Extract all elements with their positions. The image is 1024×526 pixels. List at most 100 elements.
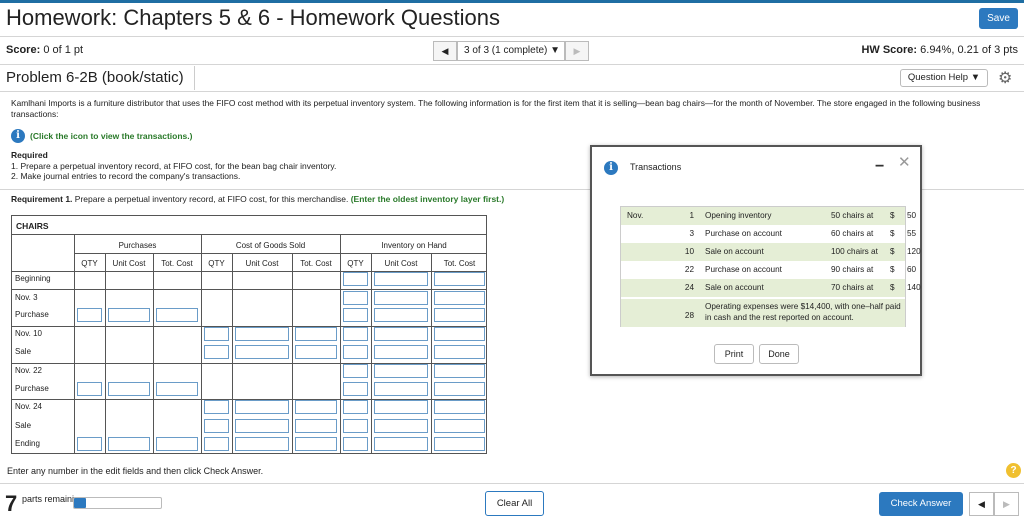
- requirement-1: Requirement 1. Prepare a perpetual inven…: [11, 194, 504, 204]
- input-cell[interactable]: [295, 327, 337, 341]
- clear-all-button[interactable]: Clear All: [485, 491, 544, 516]
- requirement-1-label: Requirement 1.: [11, 194, 73, 204]
- input-cell[interactable]: [235, 327, 289, 341]
- input-cell[interactable]: [108, 308, 150, 322]
- input-cell[interactable]: [374, 419, 428, 433]
- input-cell[interactable]: [434, 364, 485, 378]
- column-header: Unit Cost: [384, 259, 418, 268]
- question-selector[interactable]: 3 of 3 (1 complete) ▼: [457, 41, 565, 61]
- done-button[interactable]: Done: [759, 344, 799, 364]
- input-cell[interactable]: [204, 345, 229, 359]
- column-group-header: Purchases: [118, 241, 157, 250]
- transaction-currency: $: [890, 229, 895, 238]
- input-cell[interactable]: [204, 437, 229, 451]
- input-cell[interactable]: [235, 345, 289, 359]
- input-cell[interactable]: [374, 345, 428, 359]
- input-cell[interactable]: [434, 272, 485, 286]
- input-cell[interactable]: [235, 437, 289, 451]
- input-cell[interactable]: [374, 400, 428, 414]
- input-cell[interactable]: [156, 308, 198, 322]
- input-cell[interactable]: [108, 382, 150, 396]
- input-cell[interactable]: [295, 419, 337, 433]
- input-cell[interactable]: [434, 291, 485, 305]
- input-cell[interactable]: [156, 437, 198, 451]
- check-answer-button[interactable]: Check Answer: [879, 492, 963, 516]
- click-icon-hint: (Click the icon to view the transactions…: [30, 131, 193, 141]
- input-cell[interactable]: [343, 400, 368, 414]
- input-cell[interactable]: [235, 419, 289, 433]
- score-display: Score: 0 of 1 pt: [6, 44, 83, 56]
- inventory-record-table: CHAIRS Purchases Cost of Goods Sold Invent…: [11, 215, 487, 454]
- input-cell[interactable]: [434, 400, 485, 414]
- problem-title: Problem 6-2B (book/static): [6, 69, 184, 86]
- question-help-button[interactable]: Question Help ▼: [900, 69, 988, 87]
- input-cell[interactable]: [374, 382, 428, 396]
- column-header: Tot. Cost: [443, 259, 476, 268]
- transaction-currency: $: [890, 211, 895, 220]
- divider: [0, 36, 1024, 37]
- input-cell[interactable]: [434, 419, 485, 433]
- input-cell[interactable]: [77, 382, 102, 396]
- divider: [0, 483, 1024, 484]
- input-cell[interactable]: [374, 327, 428, 341]
- triangle-down-icon: ▼: [550, 45, 561, 56]
- previous-question-button[interactable]: ◀: [969, 492, 994, 516]
- column-group-header: Inventory on Hand: [381, 241, 447, 250]
- next-question-button[interactable]: ▶: [565, 41, 589, 61]
- input-cell[interactable]: [374, 308, 428, 322]
- input-cell[interactable]: [343, 382, 368, 396]
- column-header: Tot. Cost: [161, 259, 193, 268]
- table-divider: [371, 253, 372, 453]
- question-help-label: Question Help: [907, 72, 969, 83]
- input-cell[interactable]: [156, 382, 198, 396]
- top-stripe: [0, 0, 1024, 3]
- input-cell[interactable]: [204, 400, 229, 414]
- input-cell[interactable]: [343, 291, 368, 305]
- input-cell[interactable]: [434, 437, 485, 451]
- input-cell[interactable]: [295, 437, 337, 451]
- required-item-1: 1. Prepare a perpetual inventory record,…: [11, 160, 337, 171]
- input-cell[interactable]: [434, 382, 485, 396]
- input-cell[interactable]: [108, 437, 150, 451]
- table-divider: [12, 289, 486, 290]
- input-cell[interactable]: [374, 364, 428, 378]
- input-cell[interactable]: [204, 419, 229, 433]
- instruction-text: Enter any number in the edit fields and …: [7, 466, 264, 476]
- input-cell[interactable]: [204, 327, 229, 341]
- row-label: Sale: [15, 421, 32, 430]
- print-button[interactable]: Print: [714, 344, 754, 364]
- save-button[interactable]: Save: [979, 8, 1018, 29]
- input-cell[interactable]: [374, 272, 428, 286]
- input-cell[interactable]: [343, 364, 368, 378]
- input-cell[interactable]: [374, 291, 428, 305]
- transaction-price: 50: [907, 211, 917, 220]
- input-cell[interactable]: [343, 272, 368, 286]
- input-cell[interactable]: [235, 400, 289, 414]
- input-cell[interactable]: [343, 345, 368, 359]
- input-cell[interactable]: [295, 400, 337, 414]
- input-cell[interactable]: [343, 437, 368, 451]
- input-cell[interactable]: [295, 345, 337, 359]
- input-cell[interactable]: [77, 437, 102, 451]
- next-question-button[interactable]: ▶: [994, 492, 1019, 516]
- close-icon[interactable]: ✕: [898, 153, 911, 171]
- info-icon: i: [604, 161, 618, 175]
- previous-question-button[interactable]: ◀: [433, 41, 457, 61]
- input-cell[interactable]: [77, 308, 102, 322]
- help-icon[interactable]: ?: [1006, 463, 1021, 478]
- transaction-description: Sale on account: [705, 283, 764, 292]
- hw-score-label: HW Score:: [861, 44, 918, 56]
- input-cell[interactable]: [434, 345, 485, 359]
- hw-score-display: HW Score: 6.94%, 0.21 of 3 pts: [861, 44, 1018, 56]
- minimize-icon[interactable]: −: [875, 158, 884, 176]
- input-cell[interactable]: [434, 327, 485, 341]
- input-cell[interactable]: [343, 308, 368, 322]
- input-cell[interactable]: [343, 327, 368, 341]
- input-cell[interactable]: [343, 419, 368, 433]
- table-divider: [292, 253, 293, 453]
- gear-icon[interactable]: ⚙: [998, 68, 1012, 88]
- info-icon[interactable]: i: [11, 129, 25, 143]
- column-header: QTY: [347, 259, 364, 268]
- input-cell[interactable]: [374, 437, 428, 451]
- input-cell[interactable]: [434, 308, 485, 322]
